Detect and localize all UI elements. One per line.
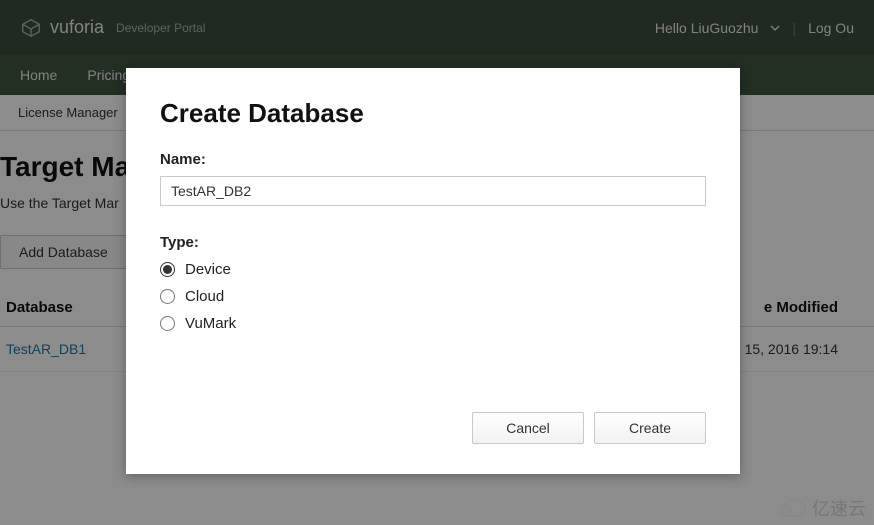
radio-cloud[interactable] bbox=[160, 289, 175, 304]
type-section: Type: Device Cloud VuMark bbox=[160, 234, 706, 332]
create-database-dialog: Create Database Name: Type: Device Cloud… bbox=[126, 68, 740, 474]
cancel-button[interactable]: Cancel bbox=[472, 412, 584, 444]
watermark-text: 亿速云 bbox=[812, 495, 866, 521]
radio-cloud-label: Cloud bbox=[185, 288, 224, 305]
radio-device-label: Device bbox=[185, 261, 231, 278]
type-label: Type: bbox=[160, 234, 706, 251]
radio-device[interactable] bbox=[160, 262, 175, 277]
dialog-title: Create Database bbox=[160, 98, 706, 129]
radio-option-vumark[interactable]: VuMark bbox=[160, 315, 706, 332]
watermark: 亿速云 bbox=[774, 495, 866, 521]
radio-vumark[interactable] bbox=[160, 316, 175, 331]
radio-option-cloud[interactable]: Cloud bbox=[160, 288, 706, 305]
radio-vumark-label: VuMark bbox=[185, 315, 236, 332]
dialog-footer: Cancel Create bbox=[472, 412, 706, 444]
cloud-icon bbox=[774, 497, 808, 519]
name-label: Name: bbox=[160, 151, 706, 168]
name-input[interactable] bbox=[160, 176, 706, 206]
create-button[interactable]: Create bbox=[594, 412, 706, 444]
radio-option-device[interactable]: Device bbox=[160, 261, 706, 278]
